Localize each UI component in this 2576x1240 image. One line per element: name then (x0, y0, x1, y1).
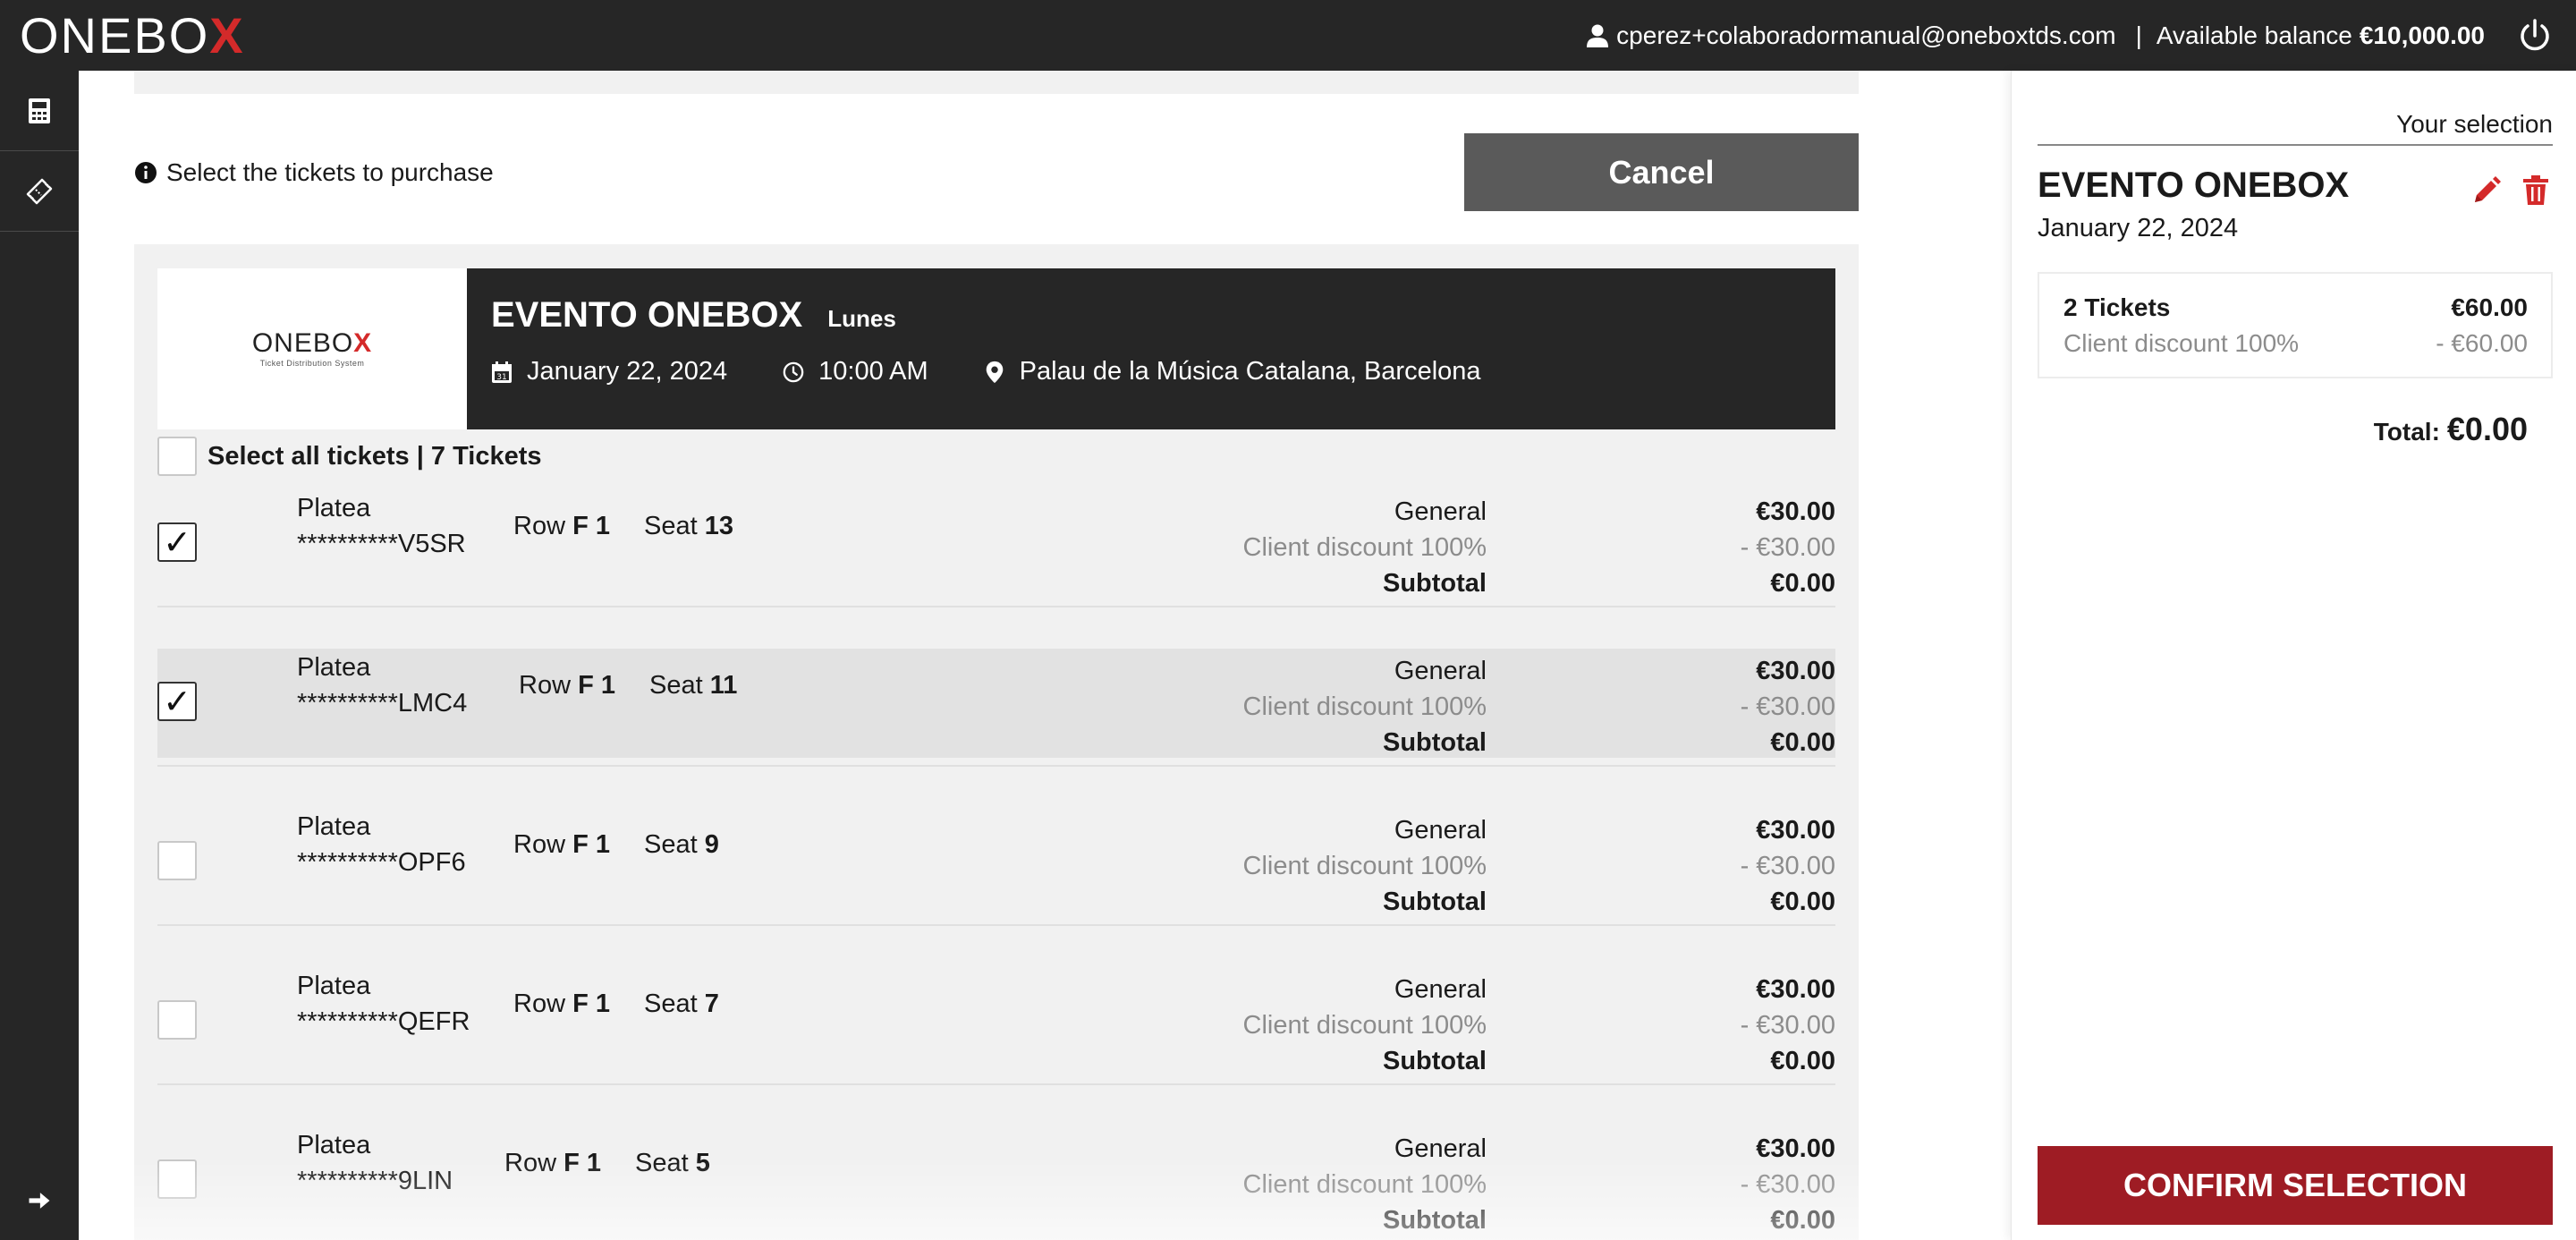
event-time: 10:00 AM (783, 357, 928, 386)
ticket-row: ✓ Platea **********V5SR Row F 1 Seat 13 … (157, 489, 1835, 599)
power-icon[interactable] (2517, 18, 2553, 54)
row-divider (157, 606, 1835, 607)
instruction-hint: Select the tickets to purchase (134, 158, 494, 187)
ticket-zone: Platea (297, 812, 371, 841)
sidebar (0, 71, 79, 1240)
ticket-price-labels: General Client discount 100% Subtotal (1242, 657, 1487, 757)
onebox-logo[interactable]: ONEBOX (20, 7, 245, 64)
cancel-button[interactable]: Cancel (1464, 133, 1859, 211)
ticket-price-labels: General Client discount 100% Subtotal (1242, 497, 1487, 598)
selection-summary-box: 2 Tickets €60.00 Client discount 100% - … (2038, 272, 2553, 378)
ticket-checkbox[interactable] (157, 1000, 197, 1040)
calendar-icon: 31 (492, 361, 512, 383)
row-divider (157, 924, 1835, 926)
top-bar: ONEBOX cperez+colaboradormanual@oneboxtd… (0, 0, 2576, 71)
ticket-row: Platea **********QEFR Row F 1 Seat 7 Gen… (157, 967, 1835, 1076)
ticket-checkbox[interactable]: ✓ (157, 682, 197, 721)
ticket-row: ✓ Platea **********LMC4 Row F 1 Seat 11 … (157, 649, 1835, 758)
user-icon (1587, 24, 1609, 47)
event-logo-text: ONEBOX (251, 328, 373, 358)
clock-icon (783, 361, 804, 382)
ticket-price-amounts: €30.00 - €30.00 €0.00 (1740, 657, 1835, 757)
select-all-tickets[interactable]: Select all tickets | 7 Tickets (157, 437, 542, 476)
selection-event-title: EVENTO ONEBOX (2038, 166, 2350, 205)
ticket-code: **********9LIN (297, 1167, 453, 1195)
svg-text:31: 31 (496, 373, 506, 382)
select-all-label: Select all tickets | 7 Tickets (208, 441, 542, 471)
ticket-checkbox[interactable] (157, 1159, 197, 1199)
selection-tickets-label: 2 Tickets (2063, 293, 2171, 321)
ticket-icon (26, 178, 53, 204)
event-date: 31 January 22, 2024 (491, 357, 727, 386)
top-strip (134, 71, 1859, 94)
total-amount: €0.00 (2446, 411, 2528, 447)
ticket-row-seat: Row F 1 Seat 9 (513, 830, 719, 859)
sidebar-item-sales[interactable] (0, 71, 79, 151)
ticket-row: Platea **********9LIN Row F 1 Seat 5 Gen… (157, 1126, 1835, 1236)
ticket-price-labels: General Client discount 100% Subtotal (1242, 816, 1487, 916)
pencil-icon[interactable] (2471, 175, 2502, 206)
ticket-price-amounts: €30.00 - €30.00 €0.00 (1740, 1134, 1835, 1235)
selection-discount-label: Client discount 100% (2063, 329, 2300, 357)
ticket-price-labels: General Client discount 100% Subtotal (1242, 975, 1487, 1075)
account-area: cperez+colaboradormanual@oneboxtds.com |… (1586, 0, 2576, 71)
ticket-code: **********V5SR (297, 530, 466, 558)
ticket-selection-panel: ONEBOX Ticket Distribution System EVENTO… (134, 244, 1859, 1240)
ticket-row: Platea **********OPF6 Row F 1 Seat 9 Gen… (157, 808, 1835, 917)
balance-amount: €10,000.00 (2359, 21, 2485, 49)
sidebar-expand-button[interactable] (0, 1183, 79, 1219)
ticket-row-seat: Row F 1 Seat 13 (513, 512, 734, 540)
selection-discount-amount: - €60.00 (2436, 329, 2528, 357)
selection-panel: Your selection EVENTO ONEBOX January 22,… (2011, 71, 2576, 1240)
event-info: EVENTO ONEBOX Lunes 31 January 22, 2024 … (467, 268, 1835, 429)
balance-label: Available balance (2156, 21, 2352, 49)
ticket-checkbox[interactable]: ✓ (157, 522, 197, 562)
trash-icon[interactable] (2522, 175, 2549, 206)
arrow-right-icon (29, 1193, 50, 1209)
ticket-price-labels: General Client discount 100% Subtotal (1242, 1134, 1487, 1235)
selection-total: Total: €0.00 (2374, 411, 2528, 448)
row-divider (157, 765, 1835, 767)
row-divider (157, 1083, 1835, 1085)
ticket-row-seat: Row F 1 Seat 11 (519, 671, 738, 700)
selection-heading: Your selection (2038, 110, 2553, 146)
select-all-checkbox[interactable] (157, 437, 197, 476)
ticket-price-amounts: €30.00 - €30.00 €0.00 (1740, 816, 1835, 916)
total-label: Total: (2373, 418, 2440, 446)
event-title: EVENTO ONEBOX (491, 295, 803, 335)
event-card: ONEBOX Ticket Distribution System EVENTO… (157, 268, 1835, 429)
ticket-code: **********LMC4 (297, 689, 468, 718)
ticket-checkbox[interactable] (157, 841, 197, 880)
ticket-zone: Platea (297, 972, 371, 1000)
user-email: cperez+colaboradormanual@oneboxtds.com (1616, 21, 2116, 49)
info-icon (135, 162, 157, 183)
ticket-zone: Platea (297, 653, 371, 682)
main-content: Select the tickets to purchase Cancel ON… (79, 71, 2011, 1240)
confirm-selection-button[interactable]: CONFIRM SELECTION (2038, 1146, 2553, 1225)
event-logo: ONEBOX Ticket Distribution System (157, 268, 467, 429)
ticket-row-seat: Row F 1 Seat 7 (513, 989, 719, 1018)
hint-text: Select the tickets to purchase (166, 158, 494, 186)
header-separator: | (2135, 21, 2142, 49)
ticket-code: **********OPF6 (297, 848, 466, 877)
sidebar-item-tickets[interactable] (0, 151, 79, 232)
ticket-price-amounts: €30.00 - €30.00 €0.00 (1740, 975, 1835, 1075)
ticket-zone: Platea (297, 1131, 371, 1159)
calculator-icon (29, 98, 50, 123)
ticket-price-amounts: €30.00 - €30.00 €0.00 (1740, 497, 1835, 598)
ticket-zone: Platea (297, 494, 371, 522)
selection-event-date: January 22, 2024 (2038, 214, 2239, 242)
location-pin-icon (986, 361, 1003, 383)
event-day: Lunes (827, 305, 896, 332)
event-venue: Palau de la Música Catalana, Barcelona (984, 357, 1481, 386)
ticket-code: **********QEFR (297, 1007, 470, 1036)
event-logo-subtitle: Ticket Distribution System (259, 359, 365, 368)
ticket-row-seat: Row F 1 Seat 5 (504, 1149, 710, 1177)
selection-tickets-amount: €60.00 (2451, 293, 2528, 321)
